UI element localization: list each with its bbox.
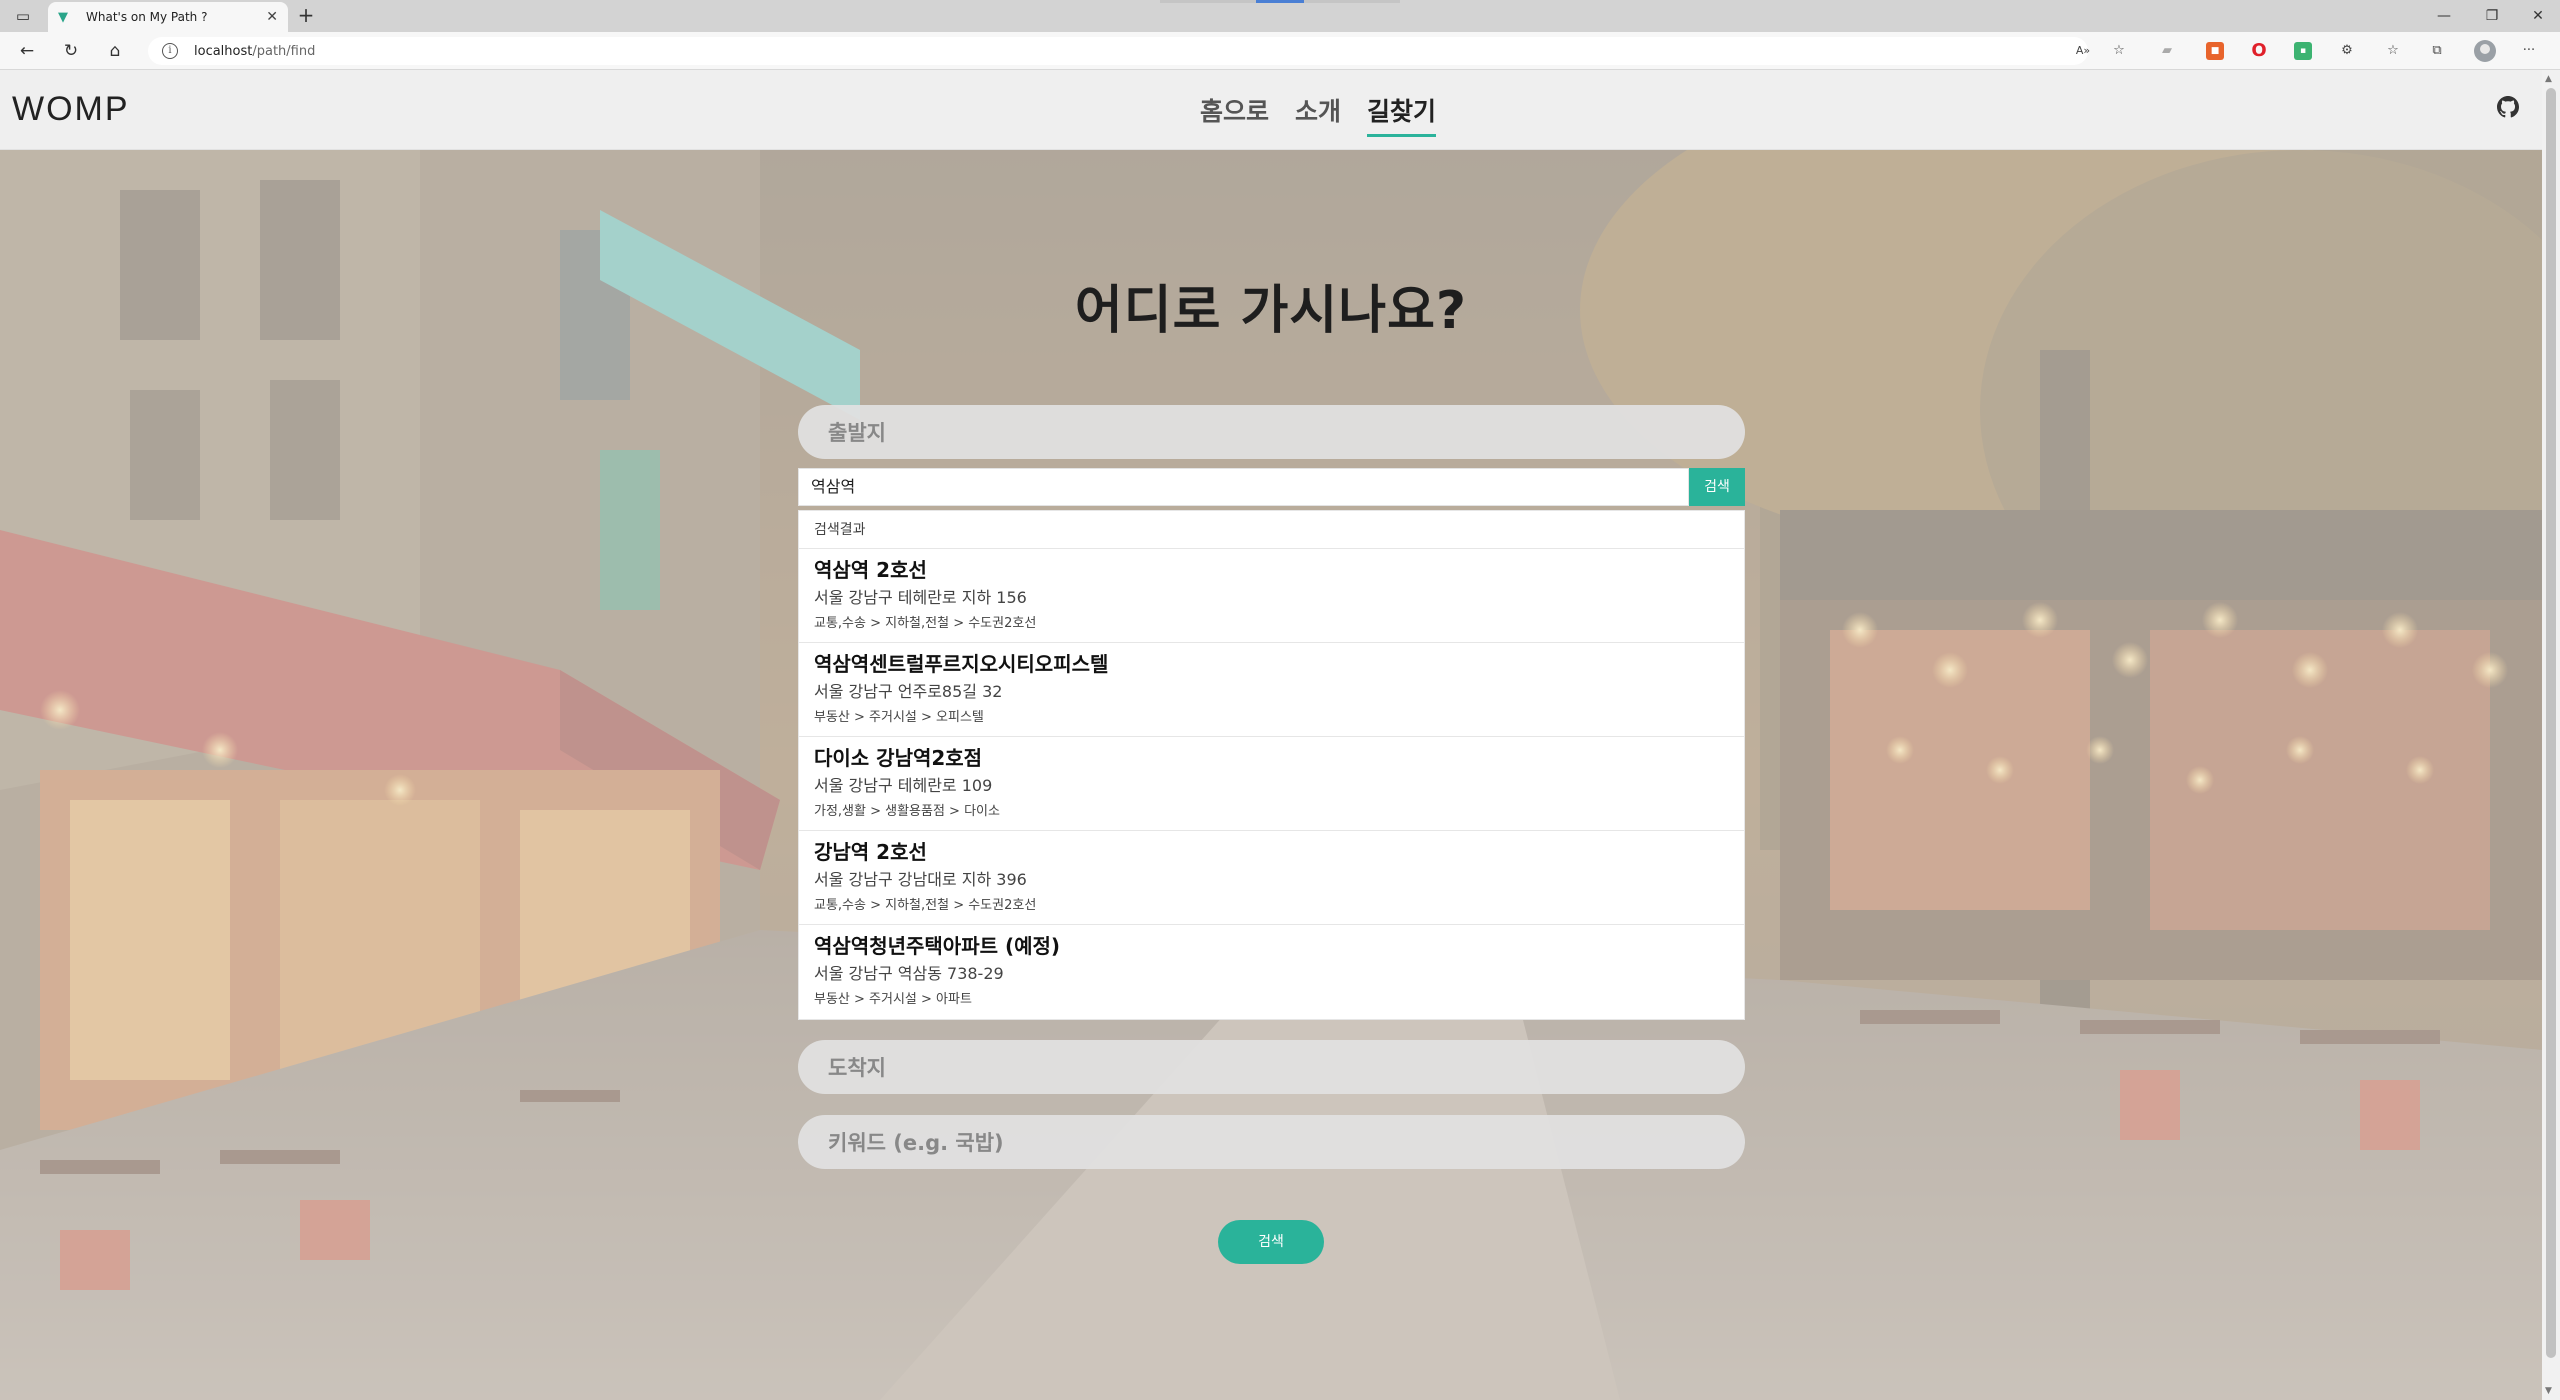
result-name: 강남역 2호선 xyxy=(814,840,927,864)
result-address: 서울 강남구 역삼동 738-29 xyxy=(814,964,1004,983)
destination-input[interactable]: 도착지 xyxy=(798,1040,1745,1094)
find-path-button[interactable]: 검색 xyxy=(1218,1220,1324,1264)
result-address: 서울 강남구 강남대로 지하 396 xyxy=(814,870,1027,889)
favorites-icon[interactable]: ☆ xyxy=(2384,42,2402,60)
extension-orange-icon[interactable]: ■ xyxy=(2206,42,2224,60)
result-item[interactable]: 역삼역 2호선 서울 강남구 테헤란로 지하 156 교통,수송 > 지하철,전… xyxy=(799,549,1744,643)
github-icon[interactable] xyxy=(2497,96,2519,118)
site-header: WOMP 홈으로 소개 길찾기 xyxy=(0,70,2542,150)
tab-title: What's on My Path ? xyxy=(86,10,208,24)
url-text: localhost/path/find xyxy=(194,43,316,59)
result-item[interactable]: 다이소 강남역2호점 서울 강남구 테헤란로 109 가정,생활 > 생활용품점… xyxy=(799,737,1744,831)
scroll-up-icon[interactable]: ▲ xyxy=(2545,74,2552,84)
opera-icon[interactable]: O xyxy=(2250,42,2268,60)
collections-icon[interactable]: ⧉ xyxy=(2428,42,2446,60)
extension-green-icon[interactable]: ▪ xyxy=(2294,42,2312,60)
origin-search-row: 역삼역 검색 xyxy=(798,468,1745,506)
result-category: 교통,수송 > 지하철,전철 > 수도권2호선 xyxy=(814,616,1037,631)
site-info-icon[interactable]: i xyxy=(162,43,178,59)
browser-toolbar: ← ↻ ⌂ i localhost/path/find A» ☆ ▰ ■ O ▪… xyxy=(0,32,2560,70)
result-name: 역삼역 2호선 xyxy=(814,558,927,582)
page-scrollbar[interactable]: ▲ ▼ xyxy=(2542,70,2560,1400)
nav-link-find-path[interactable]: 길찾기 xyxy=(1367,92,1437,137)
browser-tab[interactable]: ▼ What's on My Path ? ✕ xyxy=(48,2,288,32)
result-category: 교통,수송 > 지하철,전철 > 수도권2호선 xyxy=(814,898,1037,913)
profile-avatar[interactable] xyxy=(2474,40,2496,62)
site-logo[interactable]: WOMP xyxy=(12,90,130,129)
nav-link-about[interactable]: 소개 xyxy=(1295,92,1341,137)
result-name: 역삼역청년주택아파트 (예정) xyxy=(814,934,1061,958)
back-icon[interactable]: ← xyxy=(14,39,40,63)
window-drag-area xyxy=(1160,0,1400,3)
more-menu-icon[interactable]: ··· xyxy=(2520,42,2538,60)
scrollbar-thumb[interactable] xyxy=(2546,88,2556,1358)
place-search-input[interactable]: 역삼역 xyxy=(798,468,1689,506)
site-favicon-icon: ▼ xyxy=(58,9,68,25)
result-item[interactable]: 강남역 2호선 서울 강남구 강남대로 지하 396 교통,수송 > 지하철,전… xyxy=(799,831,1744,925)
restore-button[interactable]: ❐ xyxy=(2472,4,2512,28)
origin-input[interactable]: 출발지 xyxy=(798,405,1745,459)
result-category: 부동산 > 주거시설 > 아파트 xyxy=(814,992,972,1007)
site-nav: 홈으로 소개 길찾기 xyxy=(1200,92,1437,137)
extension-icon[interactable]: ▰ xyxy=(2158,42,2176,60)
place-search-button[interactable]: 검색 xyxy=(1689,468,1745,506)
close-window-button[interactable]: ✕ xyxy=(2518,4,2558,28)
result-item[interactable]: 역삼역센트럴푸르지오시티오피스텔 서울 강남구 언주로85길 32 부동산 > … xyxy=(799,643,1744,737)
home-icon[interactable]: ⌂ xyxy=(102,39,128,63)
result-address: 서울 강남구 테헤란로 109 xyxy=(814,776,993,795)
search-results-list: 검색결과 역삼역 2호선 서울 강남구 테헤란로 지하 156 교통,수송 > … xyxy=(798,510,1745,1020)
tab-actions-icon[interactable]: ▭ xyxy=(12,6,34,26)
reload-icon[interactable]: ↻ xyxy=(58,39,84,63)
nav-link-home[interactable]: 홈으로 xyxy=(1200,92,1269,137)
read-aloud-icon[interactable]: A» xyxy=(2074,42,2092,60)
tab-close-icon[interactable]: ✕ xyxy=(266,9,278,25)
favorite-star-icon[interactable]: ☆ xyxy=(2110,42,2128,60)
keyword-input[interactable]: 키워드 (e.g. 국밥) xyxy=(798,1115,1745,1169)
address-bar[interactable]: i localhost/path/find xyxy=(148,37,2088,65)
result-address: 서울 강남구 언주로85길 32 xyxy=(814,682,1003,701)
result-name: 다이소 강남역2호점 xyxy=(814,746,983,770)
browser-tab-bar: ▭ ▼ What's on My Path ? ✕ + — ❐ ✕ xyxy=(0,0,2560,32)
extensions-puzzle-icon[interactable]: ⚙ xyxy=(2338,42,2356,60)
hero-section: 어디로 가시나요? 출발지 역삼역 검색 검색결과 역삼역 2호선 서울 강남구… xyxy=(0,150,2542,1400)
result-name: 역삼역센트럴푸르지오시티오피스텔 xyxy=(814,652,1109,676)
result-category: 가정,생활 > 생활용품점 > 다이소 xyxy=(814,804,1000,819)
page-title: 어디로 가시나요? xyxy=(1074,281,1468,341)
minimize-button[interactable]: — xyxy=(2424,4,2464,28)
result-item[interactable]: 역삼역청년주택아파트 (예정) 서울 강남구 역삼동 738-29 부동산 > … xyxy=(799,925,1744,1019)
result-address: 서울 강남구 테헤란로 지하 156 xyxy=(814,588,1027,607)
scroll-down-icon[interactable]: ▼ xyxy=(2545,1386,2552,1396)
results-header: 검색결과 xyxy=(799,511,1744,549)
result-category: 부동산 > 주거시설 > 오피스텔 xyxy=(814,710,984,725)
new-tab-button[interactable]: + xyxy=(294,4,318,28)
